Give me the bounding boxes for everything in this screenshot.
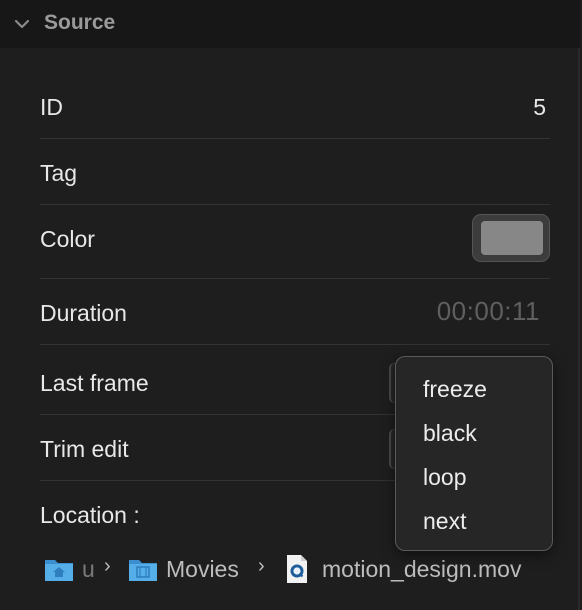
id-value: 5 xyxy=(533,94,546,120)
tag-label: Tag xyxy=(40,160,78,186)
path-separator: › xyxy=(258,555,265,577)
source-section-header[interactable]: Source xyxy=(0,0,580,48)
path-segment-label: u xyxy=(82,556,95,582)
menu-item-black[interactable]: black xyxy=(396,412,552,454)
chevron-down-icon[interactable] xyxy=(12,14,32,34)
divider xyxy=(40,344,550,345)
menu-item-loop[interactable]: loop xyxy=(396,456,552,498)
menu-item-freeze[interactable]: freeze xyxy=(396,368,552,410)
section-title: Source xyxy=(44,11,116,34)
duration-value: 00:00:11 xyxy=(436,296,540,326)
quicktime-file-icon xyxy=(287,555,307,583)
divider xyxy=(40,138,550,139)
menu-item-next[interactable]: next xyxy=(396,500,552,542)
home-folder-icon xyxy=(45,560,73,581)
last-frame-dropdown-menu: freeze black loop next xyxy=(395,356,553,551)
id-label: ID xyxy=(40,94,63,120)
color-well[interactable] xyxy=(472,214,550,262)
movies-folder-icon xyxy=(129,560,157,581)
path-segment-label: Movies xyxy=(166,556,239,582)
path-separator: › xyxy=(104,555,111,577)
divider xyxy=(40,204,550,205)
divider xyxy=(40,278,550,279)
path-segment-label: motion_design.mov xyxy=(322,556,522,582)
color-swatch-fill xyxy=(481,221,543,255)
